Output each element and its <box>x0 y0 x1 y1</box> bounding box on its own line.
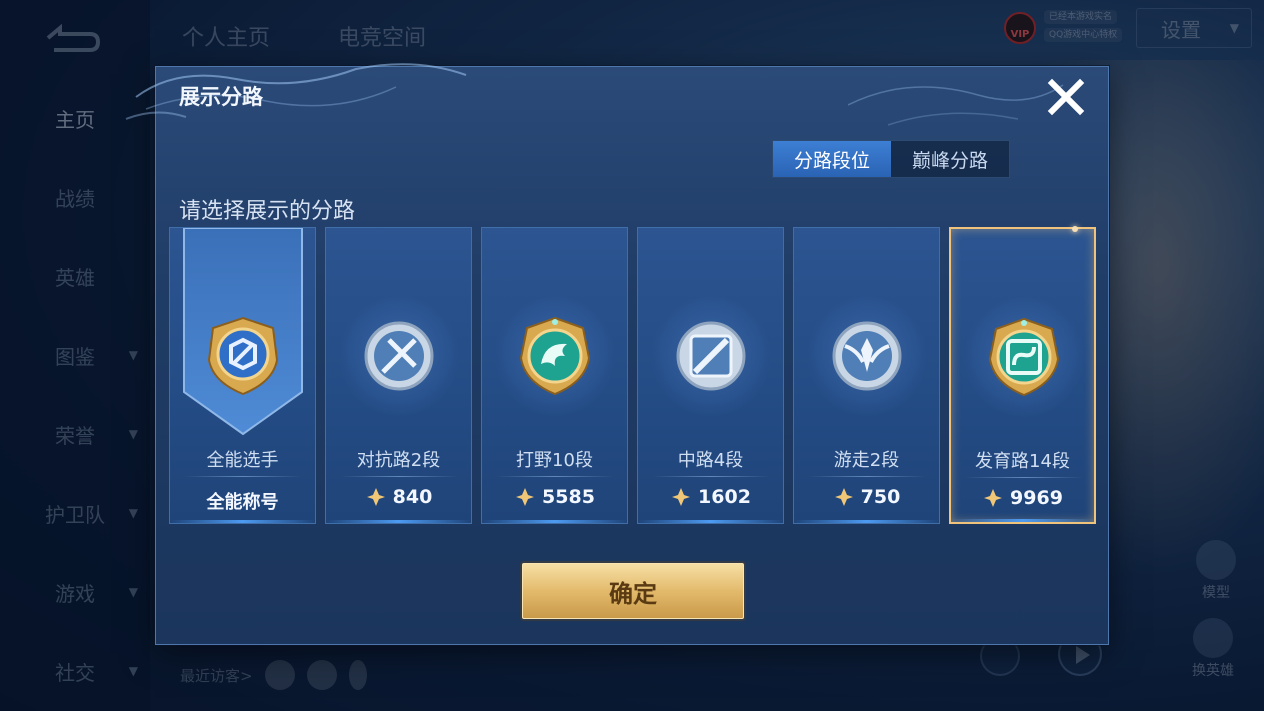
card-divider <box>496 476 614 477</box>
lane-label: 对抗路2段 <box>356 450 441 471</box>
lane-score-value: 1602 <box>698 486 751 508</box>
card-divider <box>652 476 770 477</box>
mid-lane-emblem-icon <box>676 321 746 391</box>
rank-points-icon <box>672 488 691 506</box>
lane-card-mid[interactable]: 中路4段 1602 <box>637 227 784 524</box>
tab-lane-rank[interactable]: 分路段位 <box>773 141 891 177</box>
lane-label: 全能选手 <box>206 450 279 471</box>
farm-lane-emblem-icon <box>988 317 1060 397</box>
lane-card-farm[interactable]: 发育路14段 9969 <box>949 226 1096 524</box>
card-divider <box>340 476 458 477</box>
select-lane-prompt: 请选择展示的分路 <box>179 199 356 224</box>
tab-peak-lane[interactable]: 巅峰分路 <box>891 141 1009 177</box>
lane-score-value: 750 <box>860 486 901 508</box>
lane-label: 游走2段 <box>833 450 900 471</box>
lane-score: 750 <box>794 486 939 508</box>
lane-type-tabs: 分路段位 巅峰分路 <box>772 140 1010 178</box>
roam-emblem-icon <box>832 321 902 391</box>
clash-lane-emblem-icon <box>364 321 434 391</box>
lane-score-value: 840 <box>392 486 433 508</box>
close-icon[interactable] <box>1046 77 1086 117</box>
rank-points-icon <box>366 488 385 506</box>
lane-card-jungle[interactable]: 打野10段 5585 <box>481 227 628 524</box>
lane-score-value: 9969 <box>1010 487 1063 509</box>
jungle-emblem-icon <box>519 316 591 396</box>
lane-score: 1602 <box>638 486 783 508</box>
lane-card-all-round[interactable]: 全能选手 全能称号 <box>169 227 316 524</box>
card-divider <box>184 476 302 477</box>
lane-card-clash[interactable]: 对抗路2段 840 <box>325 227 472 524</box>
lane-display-dialog: 展示分路 分路段位 巅峰分路 请选择展示的分路 全能选手 全能称号 对抗路2段 … <box>125 63 1109 645</box>
lane-score: 5585 <box>482 486 627 508</box>
lane-card-roam[interactable]: 游走2段 750 <box>793 227 940 524</box>
rank-points-icon <box>834 488 853 506</box>
cloud-ornament-icon <box>848 84 1064 126</box>
lane-score: 840 <box>326 486 471 508</box>
confirm-button[interactable]: 确定 <box>522 563 744 619</box>
lane-label: 发育路14段 <box>975 451 1070 472</box>
lane-card-list: 全能选手 全能称号 对抗路2段 840 打野10段 5585 中路4段 1602… <box>169 226 1097 525</box>
lane-score-value: 5585 <box>542 486 595 508</box>
dialog-title: 展示分路 <box>179 85 263 109</box>
lane-label: 中路4段 <box>677 450 744 471</box>
card-divider <box>965 477 1083 478</box>
lane-title-value: 全能称号 <box>206 492 279 513</box>
cloud-ornament-icon <box>125 63 467 120</box>
rank-points-icon <box>516 488 535 506</box>
rank-points-icon <box>984 489 1003 507</box>
all-round-emblem-icon <box>207 316 279 396</box>
lane-label: 打野10段 <box>516 450 593 471</box>
lane-score: 9969 <box>951 487 1094 509</box>
card-divider <box>808 476 926 477</box>
